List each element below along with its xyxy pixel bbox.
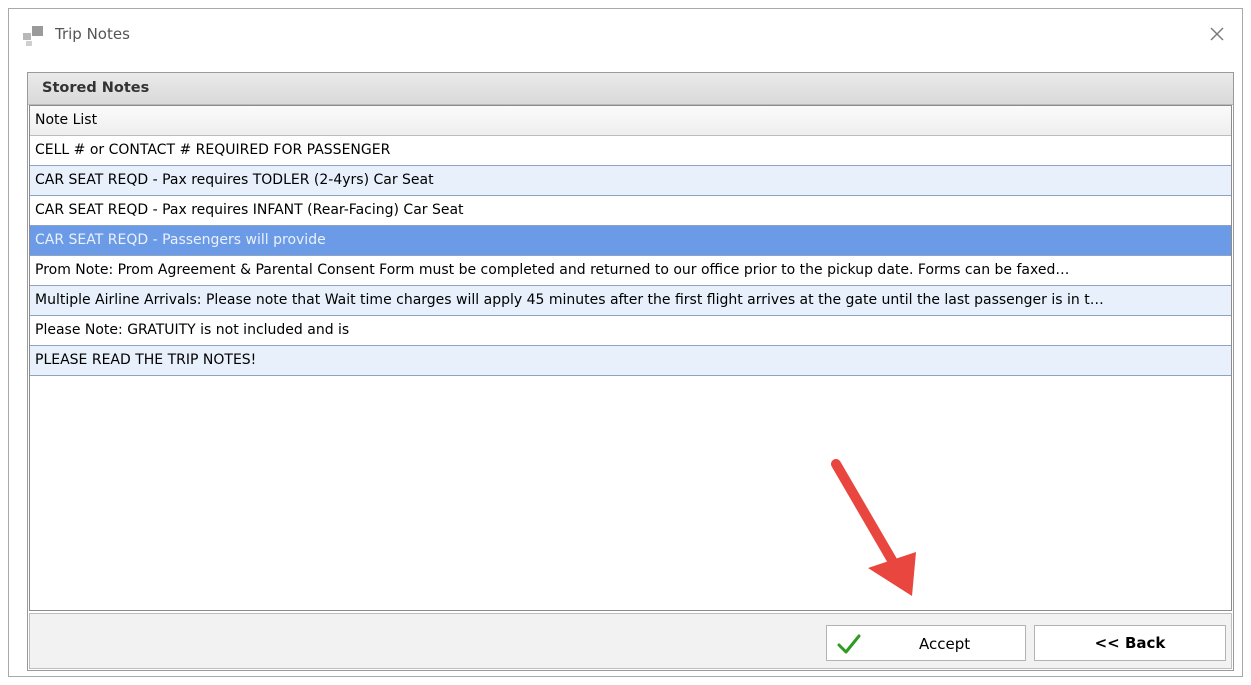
app-icon — [23, 26, 43, 46]
notes-grid[interactable]: Note List CELL # or CONTACT # REQUIRED F… — [29, 105, 1232, 611]
table-row[interactable]: CAR SEAT REQD - Pax requires TODLER (2-4… — [30, 166, 1231, 196]
trip-notes-window: Trip Notes Stored Notes Note List CELL #… — [8, 8, 1243, 677]
window-title: Trip Notes — [55, 25, 130, 43]
accept-label: Accept — [919, 635, 971, 653]
back-label: << Back — [1094, 634, 1166, 652]
button-footer: Accept << Back — [29, 613, 1232, 669]
column-header-note-list[interactable]: Note List — [30, 106, 1231, 136]
table-row[interactable]: Multiple Airline Arrivals: Please note t… — [30, 286, 1231, 316]
table-row[interactable]: Prom Note: Prom Agreement & Parental Con… — [30, 256, 1231, 286]
title-bar: Trip Notes — [9, 9, 1242, 61]
check-icon — [837, 634, 861, 654]
grid-rows: CELL # or CONTACT # REQUIRED FOR PASSENG… — [30, 136, 1231, 376]
group-header: Stored Notes — [28, 73, 1233, 105]
table-row[interactable]: CAR SEAT REQD - Pax requires INFANT (Rea… — [30, 196, 1231, 226]
close-icon[interactable] — [1200, 19, 1234, 49]
accept-button[interactable]: Accept — [826, 625, 1026, 661]
stored-notes-group: Stored Notes Note List CELL # or CONTACT… — [27, 72, 1234, 671]
table-row[interactable]: CAR SEAT REQD - Passengers will provide — [30, 226, 1231, 256]
table-row[interactable]: Please Note: GRATUITY is not included an… — [30, 316, 1231, 346]
back-button[interactable]: << Back — [1034, 625, 1226, 661]
table-row[interactable]: CELL # or CONTACT # REQUIRED FOR PASSENG… — [30, 136, 1231, 166]
table-row[interactable]: PLEASE READ THE TRIP NOTES! — [30, 346, 1231, 376]
